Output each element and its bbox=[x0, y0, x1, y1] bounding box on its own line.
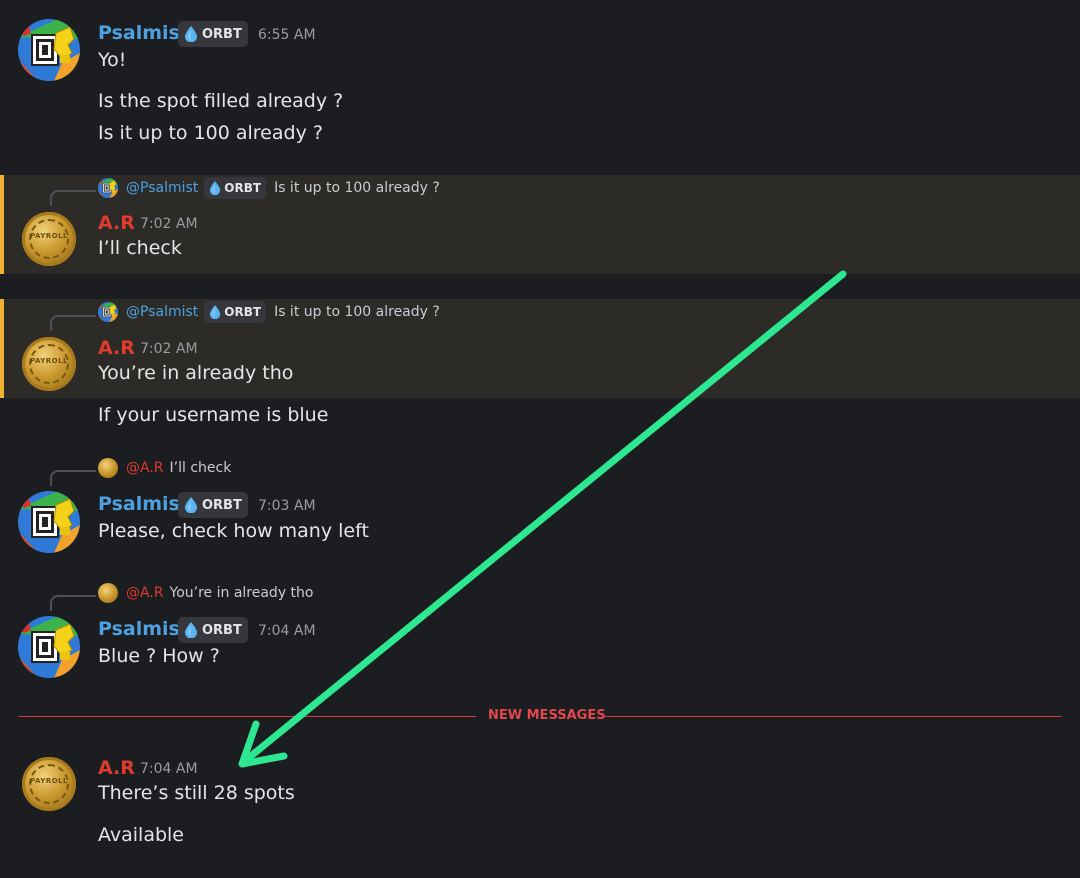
annotation-arrow bbox=[238, 270, 847, 768]
